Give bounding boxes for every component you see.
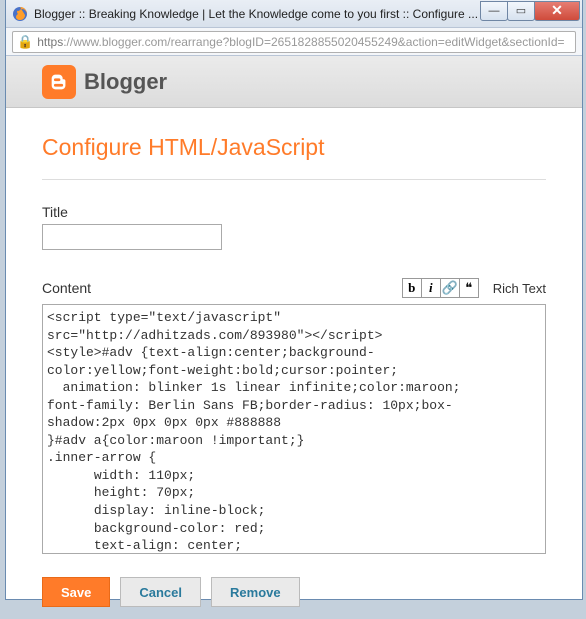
page-body: Configure HTML/JavaScript Title Content … <box>6 108 582 619</box>
minimize-button[interactable]: — <box>480 1 508 21</box>
content-header-row: Content b i 🔗 ❝ Rich Text <box>42 278 546 298</box>
url-input[interactable]: 🔒 https://www.blogger.com/rearrange?blog… <box>12 31 576 53</box>
browser-window: Blogger :: Breaking Knowledge | Let the … <box>5 0 583 600</box>
window-title: Blogger :: Breaking Knowledge | Let the … <box>34 7 481 21</box>
window-titlebar: Blogger :: Breaking Knowledge | Let the … <box>6 0 582 28</box>
address-bar: 🔒 https://www.blogger.com/rearrange?blog… <box>6 28 582 56</box>
page-title: Configure HTML/JavaScript <box>42 128 546 179</box>
title-input[interactable] <box>42 224 222 250</box>
content-textarea[interactable] <box>42 304 546 554</box>
remove-button[interactable]: Remove <box>211 577 300 607</box>
lock-icon: 🔒 <box>17 34 33 50</box>
url-rest: ://www.blogger.com/rearrange?blogID=2651… <box>63 35 564 49</box>
button-row: Save Cancel Remove <box>42 577 546 607</box>
close-button[interactable]: ✕ <box>534 1 580 21</box>
quote-button[interactable]: ❝ <box>459 278 479 298</box>
divider <box>42 179 546 180</box>
save-button[interactable]: Save <box>42 577 110 607</box>
title-label: Title <box>42 204 546 220</box>
maximize-button[interactable]: ▭ <box>507 1 535 21</box>
italic-button[interactable]: i <box>421 278 441 298</box>
content-label: Content <box>42 280 402 296</box>
header-band: Blogger <box>6 56 582 108</box>
brand-name: Blogger <box>84 69 167 95</box>
richtext-toggle[interactable]: Rich Text <box>493 281 546 296</box>
link-button[interactable]: 🔗 <box>440 278 460 298</box>
url-scheme: https <box>37 35 63 49</box>
blogger-logo-icon <box>42 65 76 99</box>
cancel-button[interactable]: Cancel <box>120 577 201 607</box>
firefox-icon <box>12 6 28 22</box>
format-toolbar: b i 🔗 ❝ <box>402 278 479 298</box>
bold-button[interactable]: b <box>402 278 422 298</box>
content-area-wrap <box>42 304 546 559</box>
window-buttons: — ▭ ✕ <box>481 1 580 21</box>
